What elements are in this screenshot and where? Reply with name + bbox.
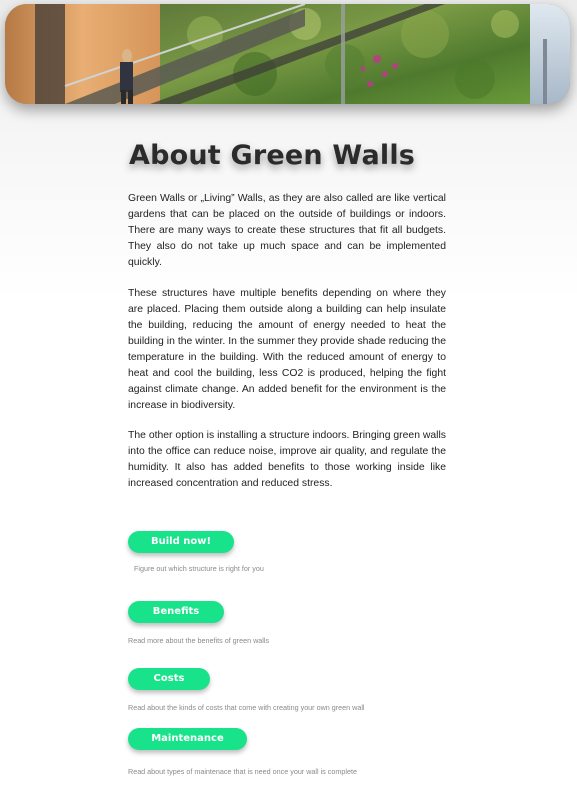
- build-now-description: Figure out which structure is right for …: [134, 564, 264, 573]
- build-now-button[interactable]: Build now!: [128, 531, 234, 553]
- green-wall-photo: [5, 4, 570, 104]
- costs-description: Read about the kinds of costs that come …: [128, 703, 365, 712]
- intro-paragraph: Green Walls or „Living” Walls, as they a…: [128, 193, 446, 268]
- maintenance-description: Read about types of maintenace that is n…: [128, 767, 357, 776]
- page-title: About Green Walls: [129, 140, 416, 171]
- indoor-paragraph: The other option is installing a structu…: [128, 430, 446, 489]
- costs-button[interactable]: Costs: [128, 668, 210, 690]
- benefits-button[interactable]: Benefits: [128, 601, 224, 623]
- maintenance-button[interactable]: Maintenance: [128, 728, 247, 750]
- benefits-description: Read more about the benefits of green wa…: [128, 636, 270, 645]
- hero-image: [5, 4, 570, 104]
- benefits-paragraph: These structures have multiple benefits …: [128, 288, 446, 411]
